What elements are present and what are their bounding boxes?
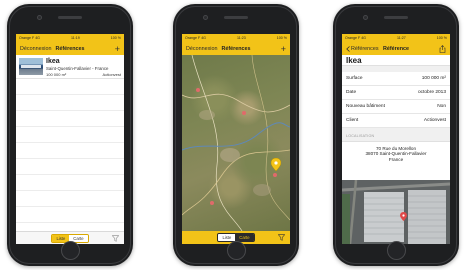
list-item[interactable]: Ikea Saint-Quentin-Fallavier - France 10…: [16, 55, 124, 79]
location-map[interactable]: [342, 180, 450, 244]
field-value: Non: [437, 104, 446, 109]
battery-label: 100 %: [110, 36, 121, 40]
empty-row: [16, 159, 124, 175]
reference-thumbnail: [19, 58, 43, 75]
list-item-client: Actionvest: [102, 72, 121, 77]
field-value: Actionvest: [423, 118, 446, 123]
carrier-label: Orange F 4G: [19, 36, 40, 40]
logout-button[interactable]: Déconnexion: [20, 46, 51, 52]
share-icon: [439, 44, 446, 53]
share-button[interactable]: [439, 42, 446, 55]
map-overlay: [182, 55, 290, 231]
reference-title: Ikea: [342, 55, 450, 66]
empty-row: [16, 175, 124, 191]
list-item-title: Ikea: [46, 58, 60, 65]
carrier-label: Orange F 4G: [345, 36, 366, 40]
empty-row: [16, 95, 124, 111]
screen-list: Orange F 4G 11:19 100 % Déconnexion Réfé…: [16, 34, 124, 244]
speaker-grille: [58, 16, 82, 19]
tab-list[interactable]: Liste: [218, 234, 236, 241]
phone-detail-view: Orange F 4G 11:27 100 % Références Référ…: [333, 4, 459, 266]
home-button: [386, 241, 406, 260]
field-label: Surface: [346, 76, 363, 81]
empty-row: [16, 127, 124, 143]
nav-bar: Déconnexion Références +: [16, 42, 124, 55]
empty-row: [16, 79, 124, 95]
empty-row: [16, 143, 124, 159]
status-time: 11:27: [397, 36, 406, 40]
status-time: 11:19: [71, 36, 80, 40]
empty-row: [16, 191, 124, 207]
field-value: 100 000 m²: [421, 76, 446, 81]
battery-label: 100 %: [276, 36, 287, 40]
home-button: [226, 241, 246, 260]
speaker-grille: [224, 16, 248, 19]
back-button-label: Références: [351, 45, 379, 52]
address-block: 70 Rue du Morellon 38070 Saint-Quentin-F…: [342, 142, 450, 166]
speaker-grille: [384, 16, 408, 19]
field-label: Nouveau bâtiment: [346, 104, 385, 109]
address-line: France: [388, 156, 404, 162]
field-label: Client: [346, 118, 359, 123]
home-button: [60, 241, 80, 260]
filter-icon[interactable]: [278, 234, 285, 241]
map-pin-icon[interactable]: [400, 212, 407, 221]
field-row: Nouveau bâtiment Non: [342, 100, 450, 114]
nav-bar: Déconnexion Références +: [182, 42, 290, 55]
field-row: Client Actionvest: [342, 114, 450, 128]
status-bar: Orange F 4G 11:19 100 %: [16, 34, 124, 42]
status-time: 11:23: [237, 36, 246, 40]
field-label: Date: [346, 90, 357, 95]
add-button[interactable]: +: [115, 42, 120, 55]
front-camera: [203, 15, 208, 20]
phone-map-view: Orange F 4G 11:23 100 % Déconnexion Réfé…: [173, 4, 299, 266]
empty-row: [16, 111, 124, 127]
front-camera: [37, 15, 42, 20]
nav-bar: Références Référence: [342, 42, 450, 55]
phone-list-view: Orange F 4G 11:19 100 % Déconnexion Réfé…: [7, 4, 133, 266]
section-header: LOCALISATION: [342, 128, 450, 142]
add-button[interactable]: +: [281, 42, 286, 55]
empty-row: [16, 207, 124, 223]
status-bar: Orange F 4G 11:23 100 %: [182, 34, 290, 42]
satellite-map[interactable]: [182, 55, 290, 231]
list-item-surface: 100 000 m²: [46, 72, 67, 77]
back-button[interactable]: Références: [346, 46, 379, 52]
screen-map: Orange F 4G 11:23 100 % Déconnexion Réfé…: [182, 34, 290, 244]
list-item-meta: 100 000 m² Actionvest: [46, 72, 121, 78]
field-row: Surface 100 000 m²: [342, 72, 450, 86]
list-item-body: Ikea Saint-Quentin-Fallavier - France 10…: [46, 58, 121, 78]
status-bar: Orange F 4G 11:27 100 %: [342, 34, 450, 42]
front-camera: [363, 15, 368, 20]
battery-label: 100 %: [436, 36, 447, 40]
tab-map[interactable]: Carte: [235, 234, 254, 241]
logout-button[interactable]: Déconnexion: [186, 46, 217, 52]
field-row: Date octobre 2013: [342, 86, 450, 100]
carrier-label: Orange F 4G: [185, 36, 206, 40]
field-value: octobre 2013: [417, 90, 446, 95]
screen-detail: Orange F 4G 11:27 100 % Références Référ…: [342, 34, 450, 244]
filter-icon[interactable]: [112, 235, 119, 242]
chevron-left-icon: [346, 45, 350, 52]
map-pin-icon[interactable]: [271, 158, 281, 171]
aerial-image: [342, 180, 450, 244]
